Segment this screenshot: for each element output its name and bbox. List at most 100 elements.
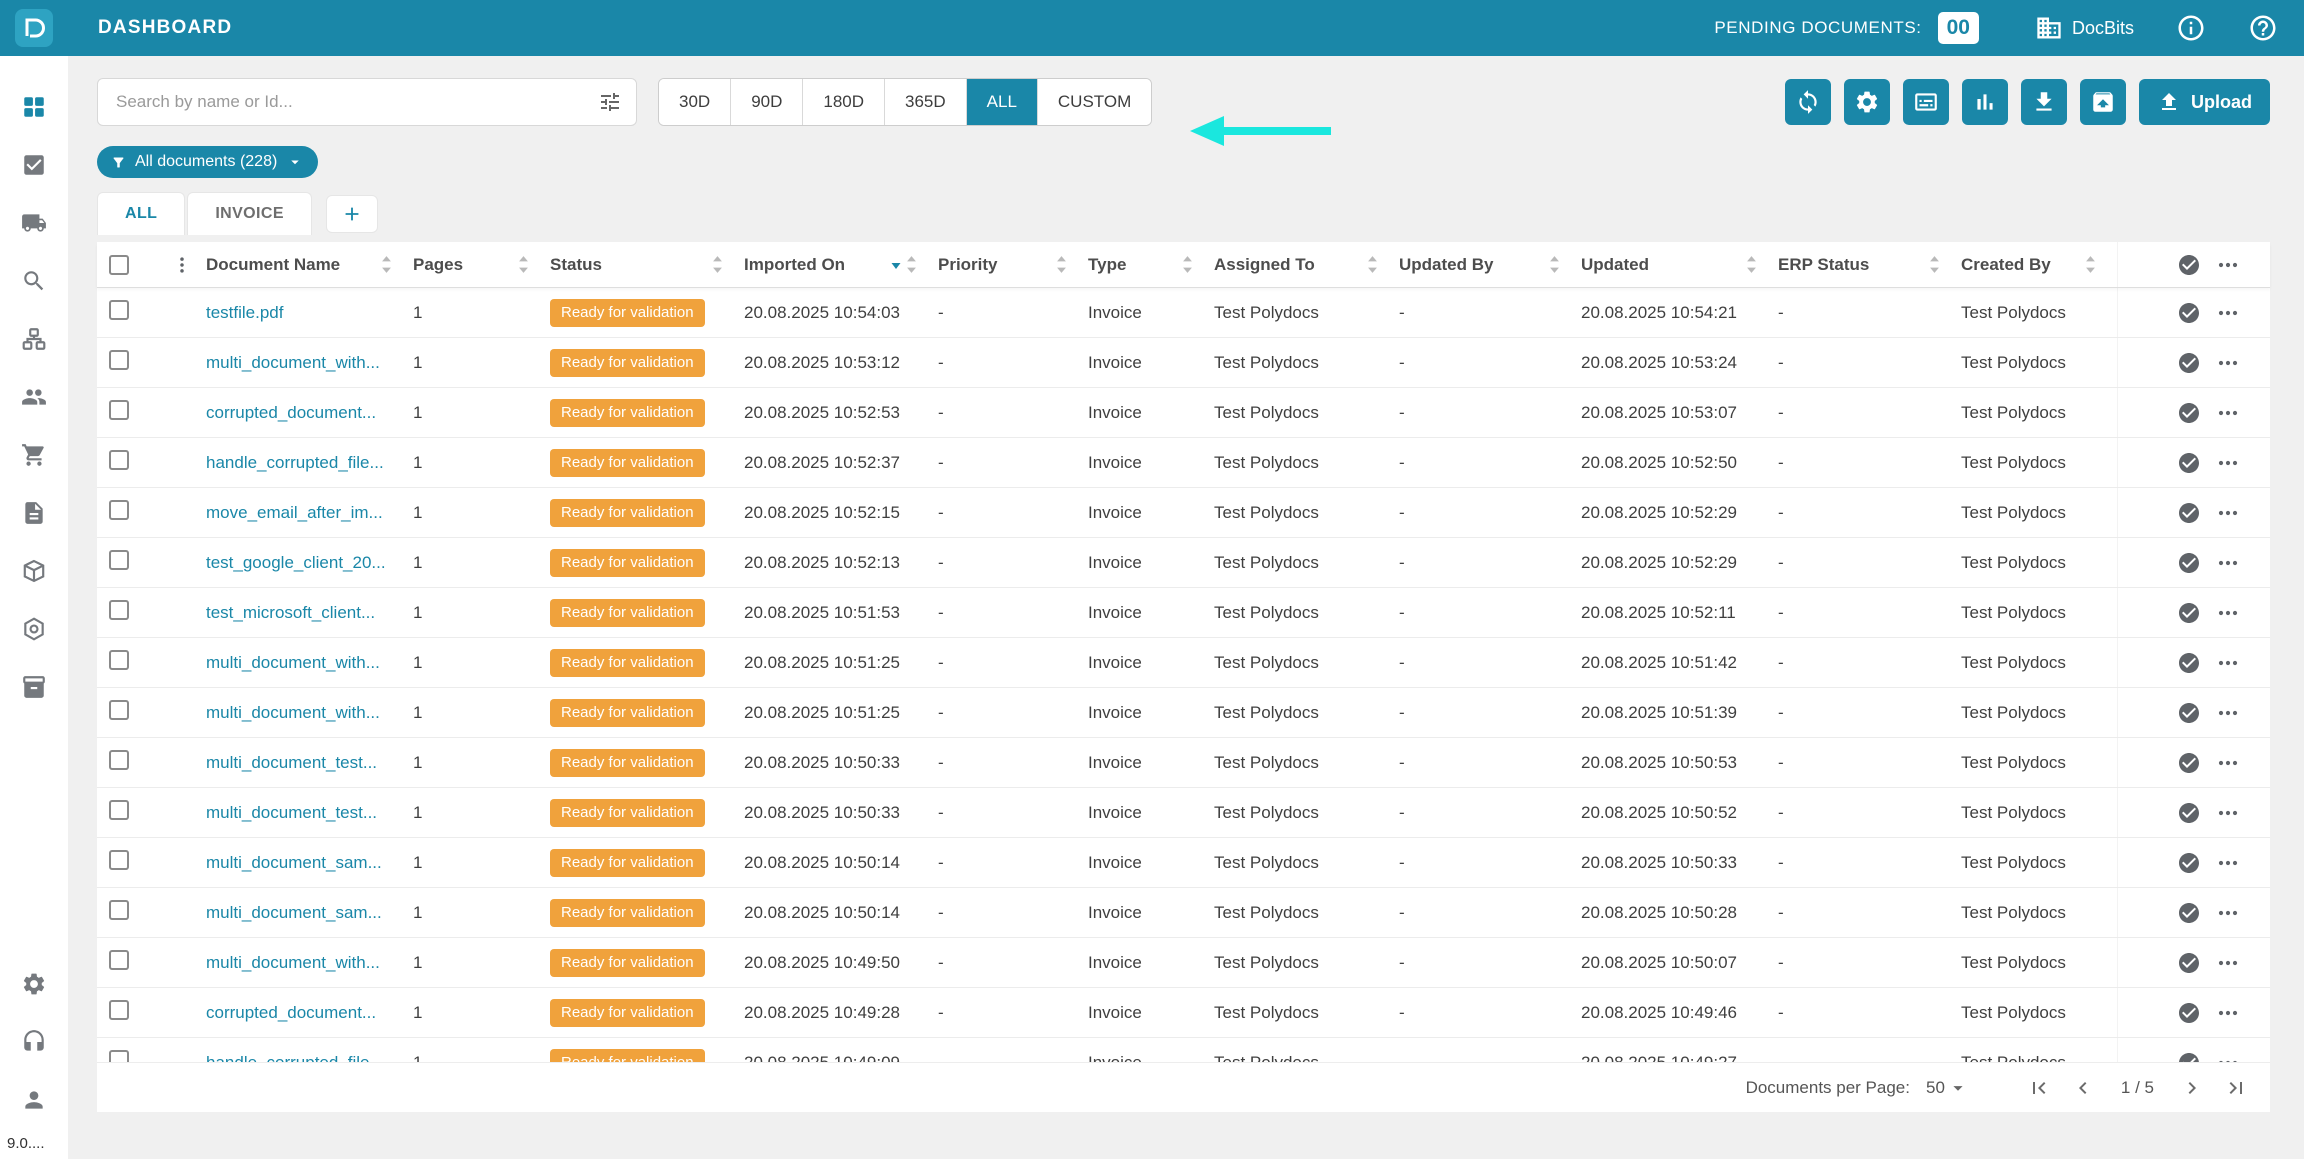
validated-icon[interactable] <box>2177 1001 2201 1025</box>
validated-icon[interactable] <box>2177 901 2201 925</box>
row-checkbox[interactable] <box>109 1000 129 1020</box>
analytics-button[interactable] <box>1962 79 2008 125</box>
prev-page-button[interactable] <box>2071 1076 2095 1100</box>
col-header-updated[interactable]: Updated <box>1581 254 1778 275</box>
col-header-updated-by[interactable]: Updated By <box>1399 254 1581 275</box>
sidebar-item-settings[interactable] <box>0 955 68 1013</box>
sidebar-item-purchasing[interactable] <box>0 426 68 484</box>
sidebar-item-integrations[interactable] <box>0 600 68 658</box>
row-menu-icon[interactable] <box>2216 701 2240 725</box>
validated-icon[interactable] <box>2177 601 2201 625</box>
validated-icon[interactable] <box>2177 351 2201 375</box>
row-checkbox[interactable] <box>109 500 129 520</box>
first-page-button[interactable] <box>2027 1076 2051 1100</box>
row-checkbox[interactable] <box>109 400 129 420</box>
col-header-created-by[interactable]: Created By <box>1961 254 2117 275</box>
col-header-pages[interactable]: Pages <box>413 254 550 275</box>
validate-all-icon[interactable] <box>2177 253 2201 277</box>
export-button[interactable] <box>2080 79 2126 125</box>
sidebar-item-support[interactable] <box>0 1013 68 1071</box>
document-name-link[interactable]: multi_document_test... <box>206 803 413 823</box>
row-checkbox[interactable] <box>109 700 129 720</box>
document-name-link[interactable]: move_email_after_im... <box>206 503 413 523</box>
settings-button[interactable] <box>1844 79 1890 125</box>
range-30d-button[interactable]: 30D <box>659 79 731 125</box>
sidebar-item-profile[interactable] <box>0 1071 68 1129</box>
col-header-assigned-to[interactable]: Assigned To <box>1214 254 1399 275</box>
filter-chip[interactable]: All documents (228) <box>97 146 318 178</box>
validated-icon[interactable] <box>2177 551 2201 575</box>
sidebar-item-workflow[interactable] <box>0 310 68 368</box>
validated-icon[interactable] <box>2177 751 2201 775</box>
sidebar-item-packages[interactable] <box>0 542 68 600</box>
range-90d-button[interactable]: 90D <box>731 79 803 125</box>
sidebar-item-products[interactable] <box>0 658 68 716</box>
sidebar-item-shipping[interactable] <box>0 194 68 252</box>
row-menu-icon[interactable] <box>2216 551 2240 575</box>
card-view-button[interactable] <box>1903 79 1949 125</box>
row-checkbox[interactable] <box>109 850 129 870</box>
row-checkbox[interactable] <box>109 900 129 920</box>
sync-button[interactable] <box>1785 79 1831 125</box>
col-header-priority[interactable]: Priority <box>938 254 1088 275</box>
row-checkbox[interactable] <box>109 550 129 570</box>
row-checkbox[interactable] <box>109 650 129 670</box>
validated-icon[interactable] <box>2177 701 2201 725</box>
sidebar-item-users[interactable] <box>0 368 68 426</box>
header-menu-button[interactable] <box>157 255 206 275</box>
sidebar-item-dashboard[interactable] <box>0 78 68 136</box>
document-name-link[interactable]: corrupted_document... <box>206 403 413 423</box>
document-name-link[interactable]: test_google_client_20... <box>206 553 413 573</box>
range-365d-button[interactable]: 365D <box>885 79 967 125</box>
row-menu-icon[interactable] <box>2216 351 2240 375</box>
col-header-type[interactable]: Type <box>1088 254 1214 275</box>
row-menu-icon[interactable] <box>2216 751 2240 775</box>
col-header-imported-on[interactable]: Imported On <box>744 254 938 275</box>
row-checkbox[interactable] <box>109 800 129 820</box>
next-page-button[interactable] <box>2180 1076 2204 1100</box>
validated-icon[interactable] <box>2177 851 2201 875</box>
range-all-button[interactable]: ALL <box>967 79 1038 125</box>
row-checkbox[interactable] <box>109 350 129 370</box>
help-icon[interactable] <box>2248 13 2278 43</box>
validated-icon[interactable] <box>2177 401 2201 425</box>
validated-icon[interactable] <box>2177 801 2201 825</box>
row-menu-icon[interactable] <box>2216 1001 2240 1025</box>
document-name-link[interactable]: multi_document_with... <box>206 353 413 373</box>
row-menu-icon[interactable] <box>2216 601 2240 625</box>
document-name-link[interactable]: multi_document_sam... <box>206 853 413 873</box>
row-menu-icon[interactable] <box>2216 401 2240 425</box>
row-menu-icon[interactable] <box>2216 901 2240 925</box>
document-name-link[interactable]: multi_document_sam... <box>206 903 413 923</box>
search-input[interactable] <box>114 91 598 113</box>
info-icon[interactable] <box>2176 13 2206 43</box>
row-menu-icon[interactable] <box>2216 451 2240 475</box>
document-name-link[interactable]: testfile.pdf <box>206 303 413 323</box>
row-menu-icon[interactable] <box>2216 501 2240 525</box>
document-name-link[interactable]: handle_corrupted_file... <box>206 453 413 473</box>
col-header-document-name[interactable]: Document Name <box>206 254 413 275</box>
document-name-link[interactable]: multi_document_with... <box>206 703 413 723</box>
row-checkbox[interactable] <box>109 300 129 320</box>
header-more-icon[interactable] <box>2216 253 2240 277</box>
per-page-select[interactable]: 50 <box>1926 1077 1969 1099</box>
validated-icon[interactable] <box>2177 651 2201 675</box>
row-checkbox[interactable] <box>109 950 129 970</box>
row-menu-icon[interactable] <box>2216 801 2240 825</box>
col-header-erp-status[interactable]: ERP Status <box>1778 254 1961 275</box>
validated-icon[interactable] <box>2177 301 2201 325</box>
sidebar-item-invoices[interactable] <box>0 484 68 542</box>
validated-icon[interactable] <box>2177 951 2201 975</box>
filter-tune-icon[interactable] <box>598 90 622 114</box>
validated-icon[interactable] <box>2177 501 2201 525</box>
row-menu-icon[interactable] <box>2216 651 2240 675</box>
add-tab-button[interactable] <box>326 195 378 233</box>
download-button[interactable] <box>2021 79 2067 125</box>
range-180d-button[interactable]: 180D <box>803 79 885 125</box>
row-menu-icon[interactable] <box>2216 851 2240 875</box>
validated-icon[interactable] <box>2177 451 2201 475</box>
row-menu-icon[interactable] <box>2216 951 2240 975</box>
document-name-link[interactable]: multi_document_with... <box>206 953 413 973</box>
range-custom-button[interactable]: CUSTOM <box>1038 79 1151 125</box>
document-name-link[interactable]: test_microsoft_client... <box>206 603 413 623</box>
